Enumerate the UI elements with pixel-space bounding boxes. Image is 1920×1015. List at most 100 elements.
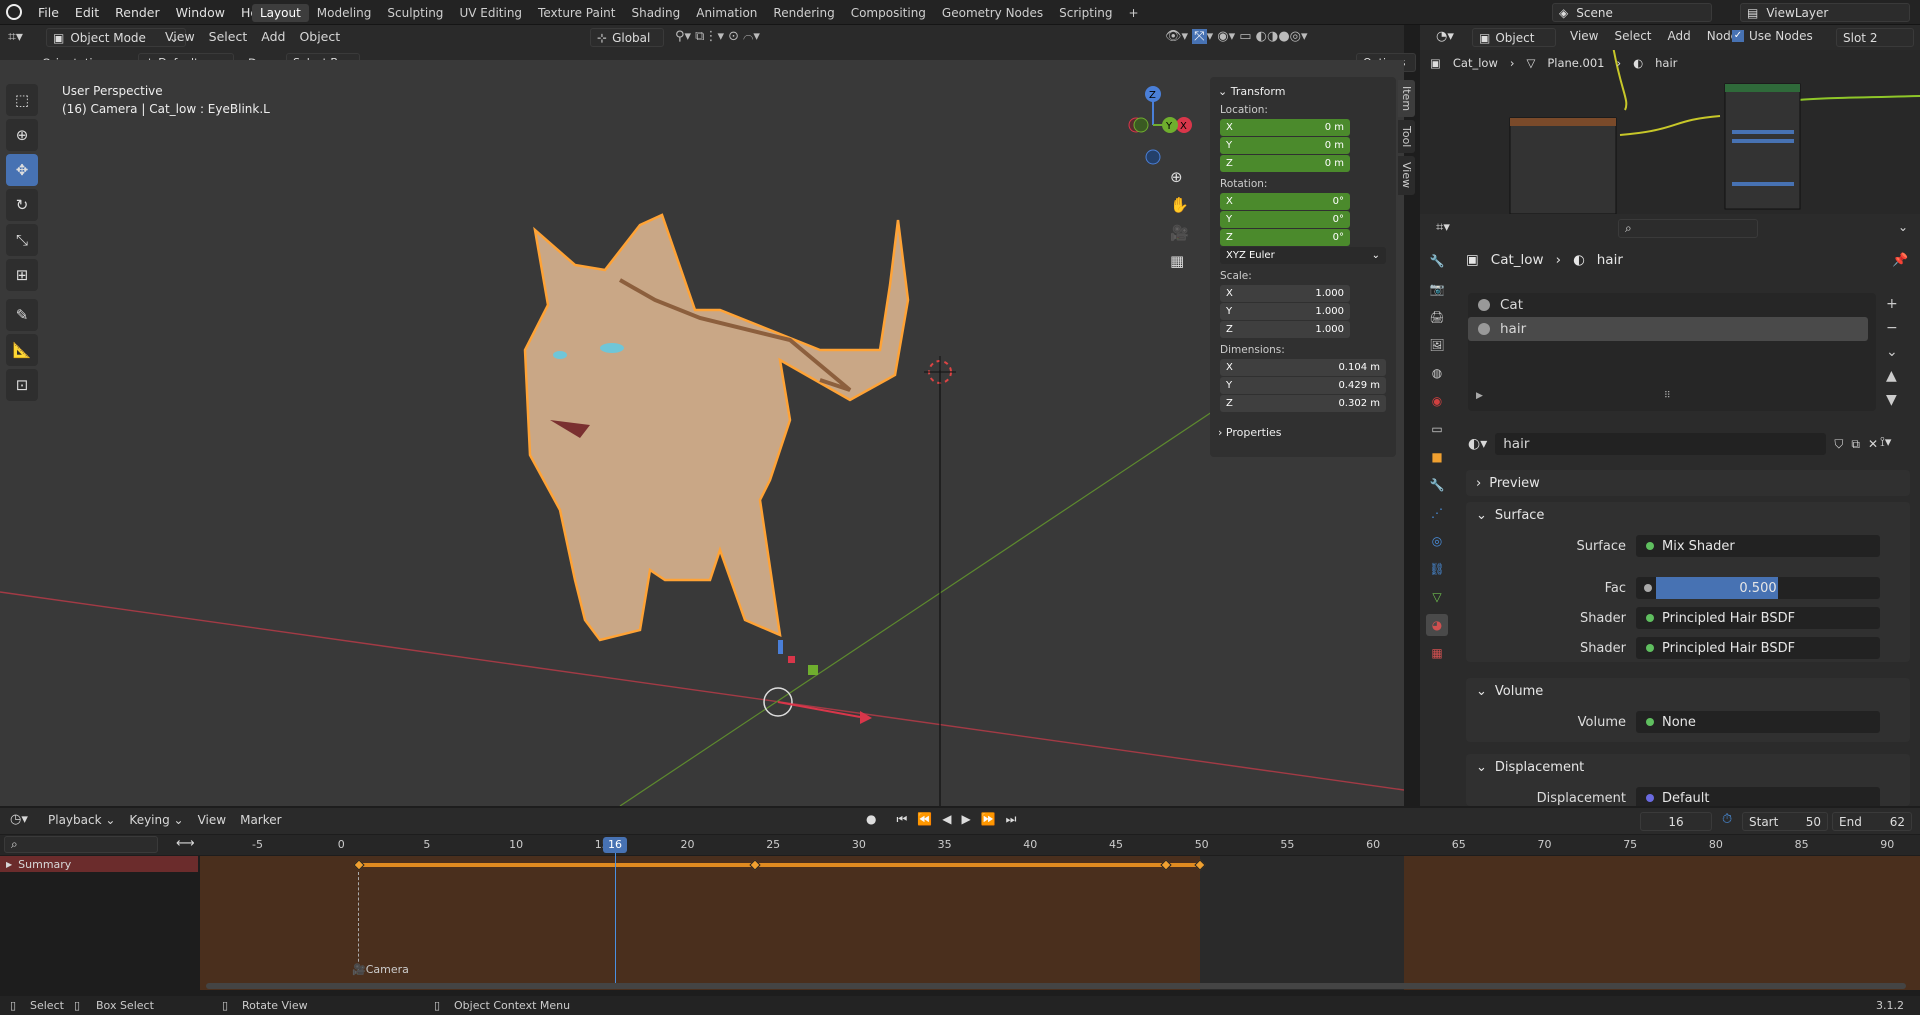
properties-editor-type-icon[interactable]: ⌗▾ — [1436, 220, 1450, 235]
use-nodes-toggle[interactable]: ✓ Use Nodes — [1732, 29, 1813, 43]
tab-tool[interactable]: Tool — [1398, 120, 1415, 154]
transform-icon[interactable]: ⊞ — [6, 259, 38, 291]
playhead-line[interactable] — [615, 837, 616, 987]
volume-header[interactable]: ⌄ Volume — [1466, 678, 1910, 704]
move-icon[interactable]: ✥ — [6, 154, 38, 186]
annotate-icon[interactable]: ✎ — [6, 299, 38, 331]
viewport-menu-select[interactable]: Select — [209, 29, 248, 44]
rotation-y-field[interactable]: Y 0° — [1220, 211, 1350, 228]
timeline-menu-marker[interactable]: Marker — [240, 813, 281, 827]
location-y-field[interactable]: Y 0 m — [1220, 137, 1350, 154]
measure-icon[interactable]: 📐 — [6, 334, 38, 366]
properties-options-icon[interactable]: ⌄ — [1898, 220, 1908, 234]
viewport-menu-view[interactable]: View — [165, 29, 195, 44]
zoom-icon[interactable]: ⊕ — [1170, 168, 1189, 186]
material-browse-icon[interactable]: ◐▾ — [1468, 436, 1487, 452]
add-cube-icon[interactable]: ⊡ — [6, 369, 38, 401]
node-editor-type-icon[interactable]: ◔▾ — [1436, 29, 1454, 44]
data-tab-icon[interactable]: ▽ — [1426, 586, 1448, 608]
pin-icon[interactable]: 📌 — [1892, 253, 1908, 268]
menu-render[interactable]: Render — [107, 0, 168, 25]
transform-orientation-selector[interactable]: ⊹ Global — [590, 28, 664, 47]
collection-tab-icon[interactable]: ▭ — [1426, 418, 1448, 440]
shader-1-field[interactable]: Principled Hair BSDF — [1636, 607, 1880, 629]
rotation-mode-dropdown[interactable]: XYZ Euler ⌄ — [1220, 247, 1386, 264]
material-slot-hair[interactable]: hair — [1468, 317, 1868, 341]
prev-keyframe-icon[interactable]: ⏪ — [917, 812, 932, 827]
slot-menu-icon[interactable]: ⌄ — [1886, 344, 1898, 360]
world-tab-icon[interactable]: ◉ — [1426, 390, 1448, 412]
navigation-gizmo[interactable]: Z X Y — [1110, 80, 1200, 170]
blender-logo-icon[interactable] — [6, 4, 22, 20]
breadcrumb-material[interactable]: hair — [1655, 56, 1677, 70]
cursor-icon[interactable]: ⊕ — [6, 119, 38, 151]
node-menu-add[interactable]: Add — [1668, 29, 1691, 43]
displacement-header[interactable]: ⌄ Displacement — [1466, 754, 1910, 780]
timeline-menu-playback[interactable]: Playback ⌄ — [48, 813, 115, 827]
preview-range-icon[interactable]: ⏱ — [1722, 812, 1732, 827]
node-editor-canvas[interactable]: ▣ Cat_low › ▽ Plane.001 › ◐ hair — [1420, 50, 1920, 214]
dimension-y-field[interactable]: Y 0.429 m — [1220, 377, 1386, 394]
shader-2-field[interactable]: Principled Hair BSDF — [1636, 637, 1880, 659]
pivot-snap-icons[interactable]: ⚲▾ ⧉⋮▾ ⊙ ⌒▾ — [675, 29, 760, 44]
timeline-editor-type-icon[interactable]: ◷▾ — [10, 812, 28, 827]
material-slot-cat[interactable]: Cat — [1468, 293, 1876, 317]
pan-hand-icon[interactable]: ✋ — [1170, 196, 1189, 214]
tab-texture-paint[interactable]: Texture Paint — [530, 4, 623, 22]
tab-layout[interactable]: Layout — [252, 3, 309, 22]
location-x-field[interactable]: X 0 m — [1220, 119, 1350, 136]
timeline-menu-view[interactable]: View — [198, 813, 226, 827]
jump-end-icon[interactable]: ⏭ — [1006, 812, 1017, 827]
expand-triangle-icon[interactable]: ▶ — [1476, 391, 1483, 401]
fake-user-icon[interactable]: ⛉ — [1834, 437, 1843, 452]
tab-view[interactable]: View — [1398, 156, 1415, 195]
grid-view-icon[interactable]: ▦ — [1170, 252, 1189, 270]
scale-icon[interactable]: ⤡ — [6, 224, 38, 256]
scale-x-field[interactable]: X 1.000 — [1220, 285, 1350, 302]
properties-subpanel-header[interactable]: › Properties — [1218, 426, 1396, 439]
tab-sculpting[interactable]: Sculpting — [379, 4, 451, 22]
object-tab-icon[interactable]: ■ — [1426, 446, 1448, 468]
view-layer-tab-icon[interactable]: 🖼 — [1426, 334, 1448, 356]
material-slot-selector[interactable]: Slot 2 — [1836, 28, 1914, 47]
camera-view-icon[interactable]: 🎥 — [1170, 224, 1189, 242]
particles-tab-icon[interactable]: ⋰ — [1426, 502, 1448, 524]
rotate-icon[interactable]: ↻ — [6, 189, 38, 221]
menu-window[interactable]: Window — [168, 0, 233, 25]
viewport-overlay-icons[interactable]: 👁▾ ⤧ ▾ ◉▾ ▭ ◐◑●◎▾ — [1165, 29, 1308, 44]
displacement-field[interactable]: Default — [1636, 787, 1880, 806]
rotation-x-field[interactable]: X 0° — [1220, 193, 1350, 210]
move-up-icon[interactable]: ▲ — [1886, 368, 1898, 384]
playhead-label[interactable]: 16 — [603, 837, 627, 853]
scene-tab-icon[interactable]: ◍ — [1426, 362, 1448, 384]
location-z-field[interactable]: Z 0 m — [1220, 155, 1350, 172]
viewport-menu-object[interactable]: Object — [299, 29, 340, 44]
modifier-tab-icon[interactable]: 🔧 — [1426, 474, 1448, 496]
tab-uv-editing[interactable]: UV Editing — [451, 4, 530, 22]
dimension-z-field[interactable]: Z 0.302 m — [1220, 395, 1386, 412]
dimension-x-field[interactable]: X 0.104 m — [1220, 359, 1386, 376]
unlink-icon[interactable]: ✕ — [1868, 437, 1878, 451]
3d-viewport[interactable] — [0, 60, 1404, 806]
menu-file[interactable]: File — [30, 0, 67, 25]
play-icon[interactable]: ▶ — [961, 812, 970, 827]
scene-selector[interactable]: ◈ Scene — [1552, 3, 1712, 22]
node-link-icon[interactable]: ⟟▾ — [1880, 435, 1891, 450]
tab-geometry-nodes[interactable]: Geometry Nodes — [934, 4, 1051, 22]
move-down-icon[interactable]: ▼ — [1886, 392, 1898, 408]
transform-header[interactable]: ⌄ Transform — [1218, 85, 1396, 98]
physics-tab-icon[interactable]: ◎ — [1426, 530, 1448, 552]
play-reverse-icon[interactable]: ◀ — [942, 812, 951, 827]
preview-panel[interactable]: › Preview — [1466, 470, 1910, 496]
duplicate-icon[interactable]: ⧉ — [1851, 437, 1860, 452]
add-workspace-button[interactable]: + — [1121, 4, 1147, 22]
resize-handle-icon[interactable]: ⠿ — [1664, 391, 1671, 401]
add-slot-icon[interactable]: + — [1886, 296, 1898, 312]
current-frame-field[interactable]: 16 — [1640, 812, 1712, 831]
node-menu-view[interactable]: View — [1570, 29, 1598, 43]
jump-start-icon[interactable]: ⏮ — [896, 812, 907, 827]
volume-field[interactable]: None — [1636, 711, 1880, 733]
surface-header[interactable]: ⌄ Surface — [1466, 502, 1910, 528]
properties-search[interactable]: ⌕ — [1618, 219, 1758, 238]
start-frame-field[interactable]: Start 50 — [1742, 812, 1828, 831]
